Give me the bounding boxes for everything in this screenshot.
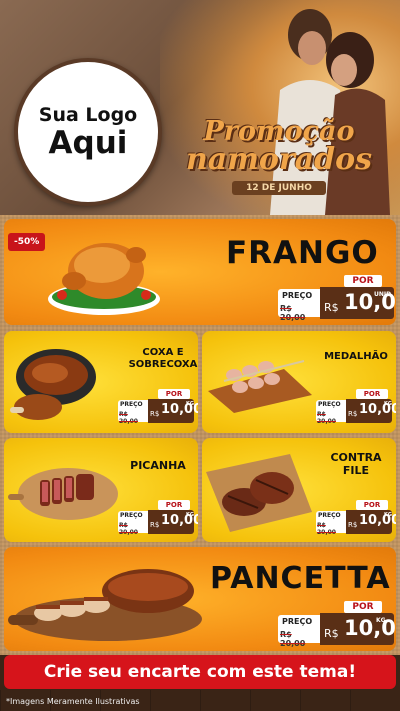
- currency-label: R$: [348, 521, 358, 529]
- unit-label: KG: [384, 512, 392, 518]
- logo-line-2: Aqui: [48, 124, 128, 161]
- currency-label: R$: [348, 410, 358, 418]
- currency-label: R$: [324, 627, 339, 640]
- preco-label: PREÇO: [282, 291, 313, 300]
- por-label: POR: [344, 275, 382, 287]
- old-price: R$ 20,00: [280, 630, 306, 648]
- unit-label: KG: [186, 401, 194, 407]
- preco-label: PREÇO: [318, 401, 341, 408]
- product-card-picanha[interactable]: PICANHA POR PREÇO R$ 20,00 R$ 10,00 KG: [4, 438, 198, 542]
- por-label: POR: [344, 601, 382, 613]
- create-flyer-button[interactable]: Crie seu encarte com este tema!: [4, 655, 396, 689]
- product-name-line-1: COXA E: [142, 347, 184, 358]
- product-name: COXA E SOBRECOXA: [118, 347, 198, 370]
- currency-label: R$: [150, 410, 160, 418]
- preco-label: PREÇO: [120, 512, 143, 519]
- promo-line-1: Promoção: [203, 116, 355, 147]
- currency-label: R$: [150, 521, 160, 529]
- por-label: POR: [158, 389, 190, 399]
- logo-line-1: Sua Logo: [38, 103, 138, 126]
- old-price: R$ 20,00: [280, 304, 306, 322]
- product-name: FRANGO: [226, 235, 379, 271]
- old-price: R$ 20,00: [119, 522, 138, 536]
- product-name-line-2: SOBRECOXA: [128, 358, 198, 370]
- roast-chicken-image: [48, 243, 160, 315]
- product-name-line-2: FILE: [342, 463, 370, 477]
- product-name: CONTRA FILE: [318, 451, 394, 477]
- header-banner: Sua Logo Aqui Promoção namorados 12 DE J…: [0, 0, 400, 215]
- old-price: R$ 20,00: [317, 411, 336, 425]
- por-label: POR: [356, 389, 388, 399]
- preco-label: PREÇO: [120, 401, 143, 408]
- product-name: MEDALHÃO: [324, 351, 388, 362]
- unit-label: KG: [186, 512, 194, 518]
- currency-label: R$: [324, 301, 339, 314]
- medalhao-skewers-image: [208, 360, 312, 413]
- disclaimer-note: *Imagens Meramente Ilustrativas: [6, 697, 140, 706]
- discount-badge: -50%: [8, 233, 46, 251]
- por-label: POR: [158, 500, 190, 510]
- promo-title: Promoção namorados 12 DE JUNHO: [168, 118, 390, 195]
- unit-label: KG: [376, 617, 386, 624]
- promo-date: 12 DE JUNHO: [232, 181, 326, 195]
- logo-placeholder: Sua Logo Aqui: [14, 58, 162, 206]
- contra-file-board-image: [206, 454, 312, 532]
- picanha-board-image: [8, 468, 118, 520]
- product-card-medalhao[interactable]: MEDALHÃO POR PREÇO R$ 20,00 R$ 10,00 KG: [202, 331, 396, 433]
- product-name: PANCETTA: [210, 561, 391, 596]
- product-card-coxa[interactable]: COXA E SOBRECOXA POR PREÇO R$ 20,00 R$ 1…: [4, 331, 198, 433]
- preco-label: PREÇO: [282, 617, 313, 626]
- product-name-line-1: CONTRA: [330, 451, 382, 464]
- price-value: 10,00: [344, 616, 396, 640]
- unit-label: UNID: [374, 291, 392, 298]
- promo-line-2: namorados: [185, 142, 373, 177]
- unit-label: KG: [384, 401, 392, 407]
- old-price: R$ 20,00: [317, 522, 336, 536]
- product-name: PICANHA: [130, 459, 186, 472]
- old-price: R$ 20,00: [119, 411, 138, 425]
- preco-label: PREÇO: [318, 512, 341, 519]
- por-label: POR: [356, 500, 388, 510]
- chicken-legs-image: [10, 349, 96, 420]
- product-card-contra-file[interactable]: CONTRA FILE POR PREÇO R$ 20,00 R$ 10,00 …: [202, 438, 396, 542]
- pancetta-board-image: [8, 569, 202, 641]
- product-card-frango[interactable]: FRANGO POR PREÇO R$ 20,00 R$ 10,00 UNID: [4, 219, 396, 325]
- product-card-pancetta[interactable]: PANCETTA POR PREÇO R$ 20,00 R$ 10,00 KG: [4, 547, 396, 651]
